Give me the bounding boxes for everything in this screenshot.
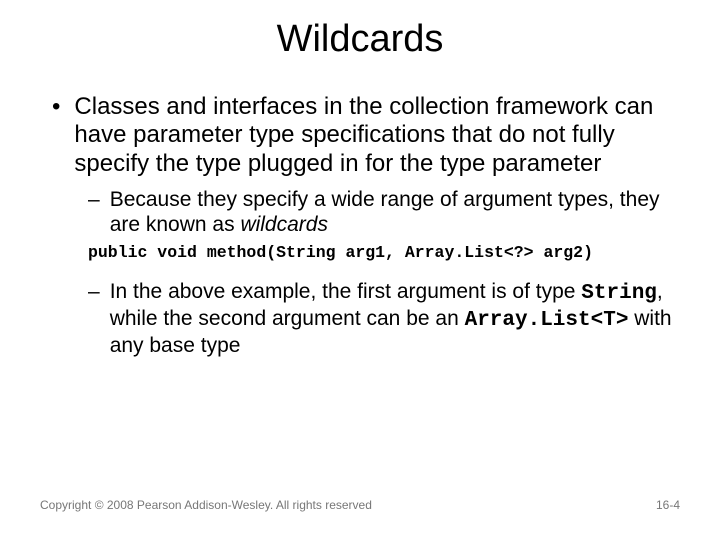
slide-footer: Copyright © 2008 Pearson Addison-Wesley.… [40, 498, 680, 512]
bullet-level2: – Because they specify a wide range of a… [88, 188, 680, 238]
bullet-text: Because they specify a wide range of arg… [110, 188, 680, 238]
bullet-marker: • [52, 93, 60, 178]
code-inline: Array.List<T> [465, 309, 629, 332]
dash-marker: – [88, 188, 100, 238]
copyright-text: Copyright © 2008 Pearson Addison-Wesley.… [40, 498, 372, 512]
text-fragment: In the above example, the first argument… [110, 280, 582, 303]
italic-term: wildcards [240, 213, 328, 236]
dash-marker: – [88, 280, 100, 358]
code-inline: String [581, 282, 657, 305]
text-fragment: Because they specify a wide range of arg… [110, 188, 660, 236]
slide: Wildcards • Classes and interfaces in th… [0, 0, 720, 540]
bullet-level2: – In the above example, the first argume… [88, 280, 680, 358]
bullet-text: In the above example, the first argument… [110, 280, 680, 358]
page-number: 16-4 [656, 498, 680, 512]
slide-title: Wildcards [20, 18, 700, 61]
slide-content: • Classes and interfaces in the collecti… [20, 93, 700, 359]
code-example: public void method(String arg1, Array.Li… [88, 243, 680, 262]
bullet-text: Classes and interfaces in the collection… [74, 93, 680, 178]
bullet-level1: • Classes and interfaces in the collecti… [52, 93, 680, 178]
